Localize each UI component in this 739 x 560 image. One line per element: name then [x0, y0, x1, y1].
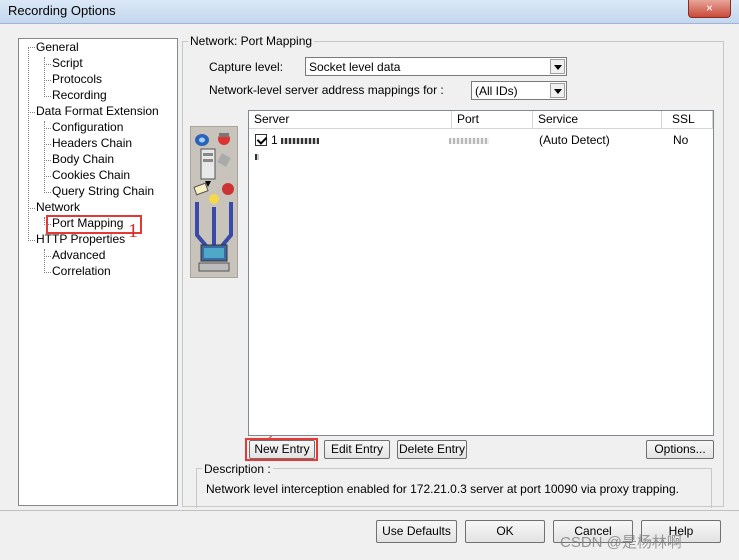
tree-line	[44, 128, 51, 129]
tree-line	[28, 47, 29, 241]
highlight-box-new-entry	[245, 438, 318, 461]
tree-item-recording[interactable]: Recording	[52, 88, 107, 103]
redacted-port	[449, 137, 489, 144]
tree-item-correlation[interactable]: Correlation	[52, 264, 111, 279]
cell-server: 1	[271, 133, 320, 147]
use-defaults-button[interactable]: Use Defaults	[376, 520, 457, 543]
tree-item-data-format-extension[interactable]: Data Format Extension	[36, 104, 159, 119]
tree-item-protocols[interactable]: Protocols	[52, 72, 102, 87]
description-label: Description :	[202, 462, 273, 476]
cell-port	[449, 133, 489, 147]
title-bar: Recording Options ×	[0, 0, 739, 24]
edit-entry-button[interactable]: Edit Entry	[324, 440, 390, 459]
tree-item-advanced[interactable]: Advanced	[52, 248, 105, 263]
close-icon[interactable]: ×	[688, 0, 731, 18]
tree-line	[44, 121, 45, 193]
tree-line	[44, 160, 51, 161]
tree-line	[28, 240, 35, 241]
tree-item-query-string-chain[interactable]: Query String Chain	[52, 184, 154, 199]
tree-line	[44, 144, 51, 145]
tree-line	[44, 80, 51, 81]
watermark-text: CSDN @是杨林啊	[560, 534, 682, 551]
tree-line	[44, 57, 45, 97]
capture-level-select[interactable]: Socket level data	[305, 57, 567, 76]
tree-line	[44, 256, 51, 257]
row-enabled-checkbox[interactable]	[255, 134, 267, 146]
window-title: Recording Options	[8, 3, 116, 18]
ok-button[interactable]: OK	[465, 520, 545, 543]
mappings-value: (All IDs)	[475, 84, 518, 98]
tree-item-network[interactable]: Network	[36, 200, 80, 215]
column-server[interactable]: Server	[249, 111, 452, 129]
tree-item-general[interactable]: General	[36, 40, 79, 55]
mappings-select[interactable]: (All IDs)	[471, 81, 567, 100]
tree-item-configuration[interactable]: Configuration	[52, 120, 123, 135]
network-diagram-icon	[193, 133, 234, 272]
cell-server-text: 1	[271, 133, 278, 147]
tree-line	[28, 47, 35, 48]
column-service[interactable]: Service	[533, 111, 662, 129]
network-illustration	[190, 126, 238, 278]
port-mapping-table[interactable]: Server Port Service SSL 1 (Auto Detect) …	[248, 110, 714, 436]
tree-line	[28, 208, 35, 209]
delete-entry-button[interactable]: Delete Entry	[397, 440, 467, 459]
tree-line	[44, 249, 45, 273]
tree-line	[44, 64, 51, 65]
tree-line	[44, 176, 51, 177]
redacted-server	[281, 137, 320, 144]
tree-item-http-properties[interactable]: HTTP Properties	[36, 232, 125, 247]
chevron-down-icon[interactable]	[550, 83, 565, 98]
description-text: Network level interception enabled for 1…	[206, 482, 679, 496]
column-port[interactable]: Port	[452, 111, 533, 129]
options-button[interactable]: Options...	[646, 440, 714, 459]
cell-service: (Auto Detect)	[539, 133, 610, 147]
capture-level-value: Socket level data	[309, 60, 401, 74]
tree-item-headers-chain[interactable]: Headers Chain	[52, 136, 132, 151]
chevron-down-icon[interactable]	[550, 59, 565, 74]
tree-item-cookies-chain[interactable]: Cookies Chain	[52, 168, 130, 183]
capture-level-label: Capture level:	[209, 60, 284, 74]
tree-item-script[interactable]: Script	[52, 56, 83, 71]
redacted-server-line2	[255, 149, 259, 163]
tree-item-body-chain[interactable]: Body Chain	[52, 152, 114, 167]
mappings-label: Network-level server address mappings fo…	[209, 83, 444, 97]
tree-line	[44, 96, 51, 97]
tree-line	[28, 112, 35, 113]
tree-line	[44, 192, 51, 193]
annotation-1: 1	[128, 220, 138, 242]
column-ssl[interactable]: SSL	[662, 111, 713, 129]
table-header: Server Port Service SSL	[249, 111, 713, 129]
group-title: Network: Port Mapping	[188, 34, 315, 48]
cell-ssl: No	[673, 133, 689, 147]
footer-divider	[0, 510, 739, 511]
options-tree: General Script Protocols Recording Data …	[18, 38, 178, 506]
tree-line	[44, 272, 51, 273]
